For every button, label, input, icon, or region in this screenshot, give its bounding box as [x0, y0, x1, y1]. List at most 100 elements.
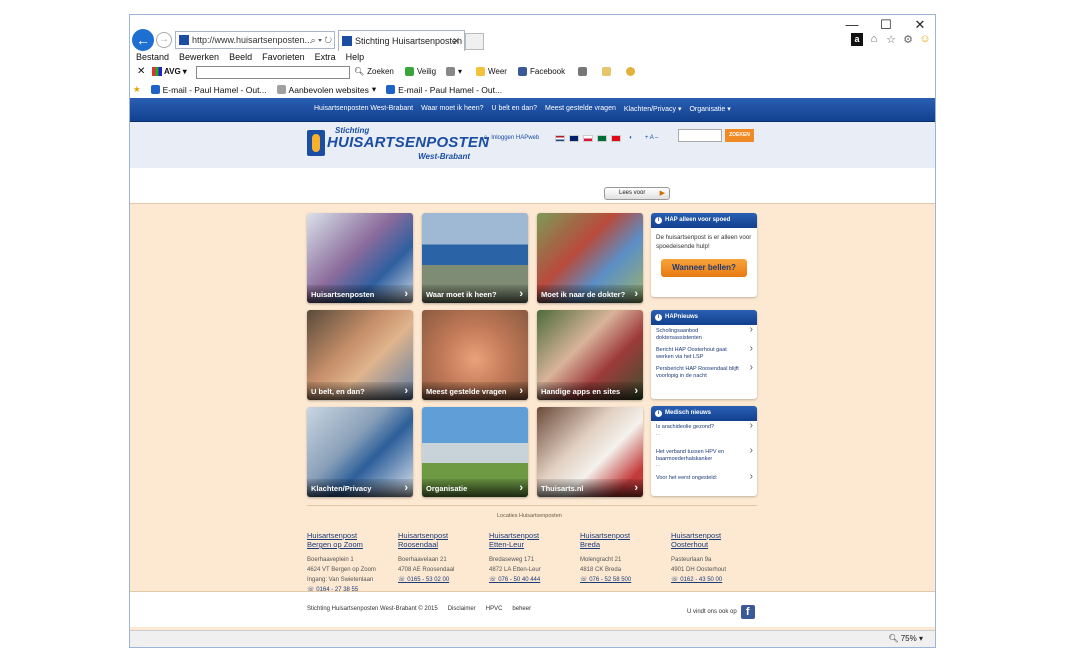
- location-name[interactable]: Huisartsenpost Etten-Leur: [489, 531, 577, 549]
- zoeken-button[interactable]: 🔍︎ Zoeken: [354, 67, 394, 76]
- menu-help[interactable]: Help: [346, 52, 365, 62]
- tile-huisartsenposten[interactable]: Huisartsenposten: [307, 213, 413, 303]
- address-line: Molengracht 21: [580, 557, 622, 563]
- flag-nl-icon[interactable]: [555, 134, 566, 142]
- veilig-button[interactable]: Veilig: [405, 67, 436, 76]
- medical-news-item[interactable]: Is arachideolie gezond? ...: [651, 421, 757, 440]
- feedback-smiley-icon[interactable]: ☺: [919, 33, 931, 46]
- settings-gear-icon[interactable]: ⚙: [902, 33, 914, 46]
- font-size-controls[interactable]: + A –: [645, 135, 659, 141]
- tile-u-belt-en-dan[interactable]: U belt, en dan?: [307, 310, 413, 400]
- medical-news-item[interactable]: Voor het eerst ongesteld:: [651, 472, 757, 485]
- favorite-item-email-2[interactable]: E-mail - Paul Hamel - Out...: [386, 85, 502, 95]
- location-name[interactable]: Huisartsenpost Roosendaal: [398, 531, 486, 549]
- nav-organisatie[interactable]: Organisatie ▾: [689, 105, 730, 113]
- page-icon: [276, 85, 286, 94]
- favorite-item-aanbevolen[interactable]: Aanbevolen websites ▾: [276, 84, 377, 95]
- tab-close-icon[interactable]: ✕: [452, 31, 460, 51]
- login-link[interactable]: Inloggen HAPweb: [491, 135, 539, 141]
- footer-link-disclaimer[interactable]: Disclaimer: [448, 606, 476, 612]
- menu-bestand[interactable]: Bestand: [136, 52, 169, 62]
- zoom-control[interactable]: 🔍︎ 75% ▾: [888, 634, 923, 643]
- menu-bewerken[interactable]: Bewerken: [179, 52, 219, 62]
- home-icon[interactable]: ⌂: [868, 33, 880, 46]
- chevron-down-icon: ▾: [371, 84, 377, 94]
- flag-uk-icon[interactable]: [569, 134, 580, 142]
- phone-number: 076 - 50 40 444: [498, 577, 541, 583]
- new-tab-button[interactable]: [465, 33, 484, 50]
- flag-tr-icon[interactable]: [611, 134, 622, 142]
- zoom-icon: 🔍︎: [888, 634, 899, 643]
- location-name-line1: Huisartsenpost: [307, 531, 358, 540]
- weer-label: Weer: [488, 67, 507, 76]
- site-footer: Stichting Huisartsenposten West-Brabant …: [130, 591, 935, 627]
- favorites-star-icon[interactable]: ☆: [885, 33, 897, 46]
- toolbar-search-input[interactable]: [196, 66, 350, 79]
- avg-button[interactable]: AVG ▾: [152, 67, 187, 76]
- chevron-down-icon: ▾: [458, 67, 463, 76]
- address-bar[interactable]: http://www.huisartsenposten... ⌕ ▾ ↻: [175, 31, 335, 49]
- location-phone[interactable]: ☏ 0162 - 43 50 00: [671, 575, 759, 585]
- calculator-button[interactable]: [578, 67, 587, 76]
- news-item[interactable]: Persbericht HAP Roosendaal blijft voorlo…: [651, 363, 757, 382]
- search-refresh-icon[interactable]: ⌕ ▾ ↻: [311, 32, 332, 48]
- lees-voor-button[interactable]: Lees voor: [604, 187, 670, 200]
- tile-organisatie[interactable]: Organisatie: [422, 407, 528, 497]
- zoom-level: 75%: [900, 634, 917, 643]
- toolbar-close-icon[interactable]: ✕: [137, 66, 145, 77]
- tile-moet-ik-naar-de-dokter[interactable]: Moet ik naar de dokter?: [537, 213, 643, 303]
- magnifier-button[interactable]: [626, 67, 635, 76]
- location-breda: Huisartsenpost Breda Molengracht 21 4818 C…: [580, 531, 668, 585]
- location-name[interactable]: Huisartsenpost Bergen op Zoom: [307, 531, 395, 549]
- tab-title: Stichting Huisartsenposten ...: [355, 36, 465, 46]
- favorites-star-icon[interactable]: ★: [133, 84, 141, 95]
- weer-button[interactable]: Weer: [476, 67, 507, 76]
- facebook-icon[interactable]: f: [740, 605, 755, 619]
- menu-extra[interactable]: Extra: [315, 52, 336, 62]
- nav-u-belt[interactable]: U belt en dan?: [491, 105, 537, 113]
- flag-ma-icon[interactable]: [597, 134, 608, 142]
- nav-klachten[interactable]: Klachten/Privacy ▾: [624, 105, 682, 113]
- notes-button[interactable]: [602, 67, 611, 76]
- forward-button[interactable]: →: [156, 32, 172, 48]
- tile-waar-moet-ik-heen[interactable]: Waar moet ik heen?: [422, 213, 528, 303]
- location-address: Boerhaaveplein 1 4624 VT Bergen op Zoom In…: [307, 555, 395, 585]
- site-search-button[interactable]: ZOEKEN: [725, 129, 754, 142]
- flag-pl-icon[interactable]: [583, 134, 594, 142]
- wanneer-bellen-button[interactable]: Wanneer bellen?: [661, 259, 747, 277]
- spoed-box: HAP alleen voor spoed De huisartsenpost …: [651, 213, 757, 297]
- news-item[interactable]: Bericht HAP Oosterhout gaat werken via h…: [651, 344, 757, 363]
- menu-favorieten[interactable]: Favorieten: [262, 52, 305, 62]
- menu-beeld[interactable]: Beeld: [229, 52, 252, 62]
- nav-home[interactable]: Huisartsenposten West-Brabant: [314, 105, 413, 113]
- tile-klachten-privacy[interactable]: Klachten/Privacy: [307, 407, 413, 497]
- tile-thuisarts[interactable]: Thuisarts.nl: [537, 407, 643, 497]
- nav-faq[interactable]: Meest gestelde vragen: [545, 105, 616, 113]
- zoeken-label: Zoeken: [367, 67, 394, 76]
- medical-news-item[interactable]: Het verband tussen HPV en baarmoederhals…: [651, 446, 757, 472]
- tile-handige-apps[interactable]: Handige apps en sites: [537, 310, 643, 400]
- location-phone[interactable]: ☏ 076 - 50 40 444: [489, 575, 577, 585]
- amazon-icon[interactable]: a: [851, 33, 863, 46]
- footer-link-hpvc[interactable]: HPVC: [486, 606, 503, 612]
- site-navigation: Huisartsenposten West-Brabant Waar moet …: [130, 98, 935, 122]
- nav-waar-moet-ik-heen[interactable]: Waar moet ik heen?: [421, 105, 483, 113]
- location-phone[interactable]: ☏ 076 - 52 58 500: [580, 575, 668, 585]
- site-search-input[interactable]: [678, 129, 722, 142]
- news-item[interactable]: Scholingsaanbod doktersassistenten: [651, 325, 757, 344]
- contrast-icon[interactable]: ◐: [629, 135, 633, 141]
- facebook-button[interactable]: Facebook: [518, 67, 565, 76]
- location-name[interactable]: Huisartsenpost Oosterhout: [671, 531, 759, 549]
- tile-meest-gestelde-vragen[interactable]: Meest gestelde vragen: [422, 310, 528, 400]
- header-tools: 🔒︎ Inloggen HAPweb ◐ + A –: [484, 132, 658, 144]
- site-logo[interactable]: Stichting HUISARTSENPOSTEN West-Brabant: [307, 126, 489, 166]
- trash-button[interactable]: ▾: [446, 67, 462, 76]
- location-address: Bredaseweg 171 4872 LA Etten-Leur: [489, 555, 577, 575]
- footer-link-beheer[interactable]: beheer: [512, 606, 531, 612]
- location-name[interactable]: Huisartsenpost Breda: [580, 531, 668, 549]
- location-phone[interactable]: ☏ 0165 - 53 02 00: [398, 575, 486, 585]
- browser-tab[interactable]: Stichting Huisartsenposten ... ✕: [338, 30, 465, 51]
- avg-toolbar: ✕ AVG ▾ 🔍︎ Zoeken Veilig ▾ Weer Facebook: [130, 66, 935, 82]
- back-button[interactable]: ←: [132, 29, 154, 51]
- favorite-item-email-1[interactable]: E-mail - Paul Hamel - Out...: [150, 85, 267, 95]
